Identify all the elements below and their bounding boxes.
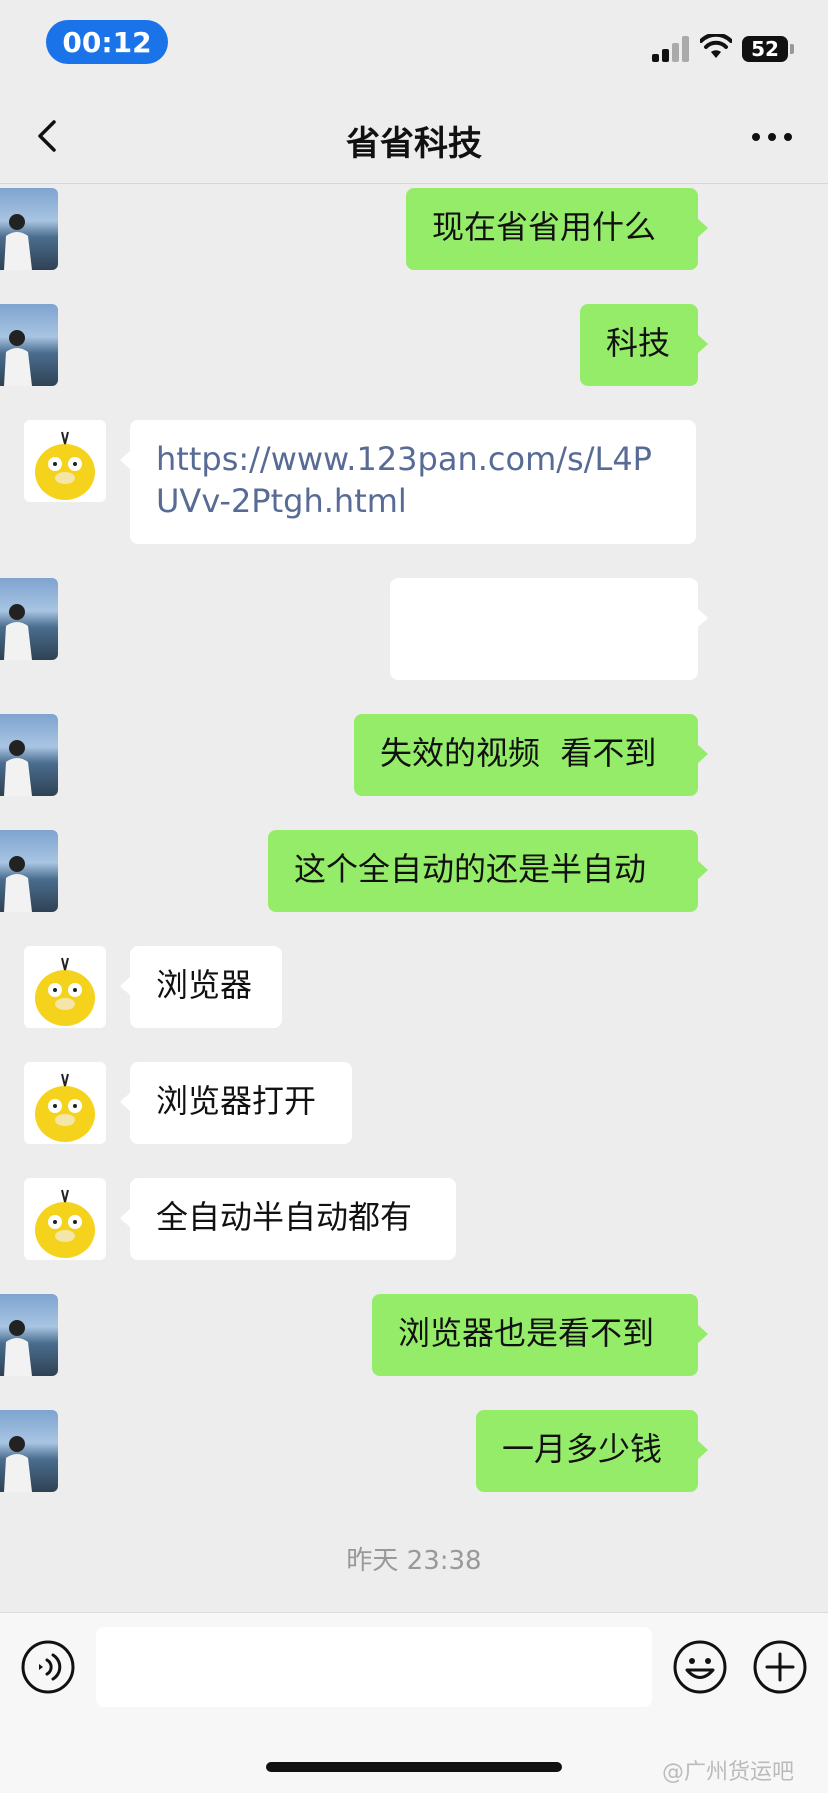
message-item: 一月多少钱	[0, 1410, 828, 1492]
wifi-icon	[700, 34, 732, 58]
message-item: 浏览器打开	[0, 1062, 828, 1144]
battery-tip	[790, 44, 794, 54]
message-bubble[interactable]: 浏览器	[120, 946, 282, 1028]
message-timestamp: 昨天 23:38	[346, 1546, 482, 1576]
battery-icon: 52	[742, 36, 788, 62]
message-input[interactable]	[96, 1627, 652, 1707]
message-item: 浏览器也是看不到	[0, 1294, 828, 1376]
plus-more-icon[interactable]	[752, 1639, 808, 1695]
my-avatar[interactable]	[0, 1294, 58, 1376]
contact-avatar[interactable]	[24, 420, 106, 502]
message-item: 浏览器	[0, 946, 828, 1028]
contact-avatar[interactable]	[24, 1178, 106, 1260]
message-link[interactable]: https://www.123pan.com/s/L4PUVv-2Ptgh.ht…	[120, 420, 696, 544]
watermark: @广州货运吧	[662, 1760, 795, 1785]
message-bubble[interactable]: 浏览器也是看不到	[372, 1294, 708, 1376]
message-item: 科技	[0, 304, 828, 386]
my-avatar[interactable]	[0, 1410, 58, 1492]
nav-bar: 省省科技	[0, 90, 828, 184]
my-avatar[interactable]	[0, 188, 58, 270]
message-bubble[interactable]: 失效的视频 看不到	[354, 714, 708, 796]
message-bubble[interactable]	[390, 578, 708, 680]
voice-input-icon[interactable]	[20, 1639, 76, 1695]
message-bubble[interactable]: 一月多少钱	[476, 1410, 708, 1492]
message-bubble[interactable]: 这个全自动的还是半自动	[268, 830, 708, 912]
message-item: 失效的视频 看不到	[0, 714, 828, 796]
message-list[interactable]: 现在省省用什么 科技 https://www.123pan.com/s/L4PU…	[0, 184, 828, 1612]
status-bar: 00:12 52	[0, 0, 828, 90]
contact-avatar[interactable]	[24, 1062, 106, 1144]
my-avatar[interactable]	[0, 304, 58, 386]
my-avatar[interactable]	[0, 714, 58, 796]
message-bubble[interactable]: 现在省省用什么	[406, 188, 708, 270]
message-item: 现在省省用什么	[0, 188, 828, 270]
my-avatar[interactable]	[0, 830, 58, 912]
emoji-icon[interactable]	[672, 1639, 728, 1695]
message-bubble[interactable]: 全自动半自动都有	[120, 1178, 456, 1260]
more-options-icon[interactable]	[748, 130, 796, 144]
home-indicator	[266, 1762, 562, 1772]
contact-avatar[interactable]	[24, 946, 106, 1028]
status-time: 00:12	[46, 20, 168, 64]
message-bubble[interactable]: 科技	[580, 304, 708, 386]
message-item: 全自动半自动都有	[0, 1178, 828, 1260]
my-avatar[interactable]	[0, 578, 58, 660]
message-item: 这个全自动的还是半自动	[0, 830, 828, 912]
message-item	[0, 578, 828, 680]
message-item: https://www.123pan.com/s/L4PUVv-2Ptgh.ht…	[0, 420, 828, 544]
chat-title: 省省科技	[346, 124, 482, 164]
cellular-signal-icon	[652, 36, 690, 62]
message-bubble[interactable]: 浏览器打开	[120, 1062, 352, 1144]
